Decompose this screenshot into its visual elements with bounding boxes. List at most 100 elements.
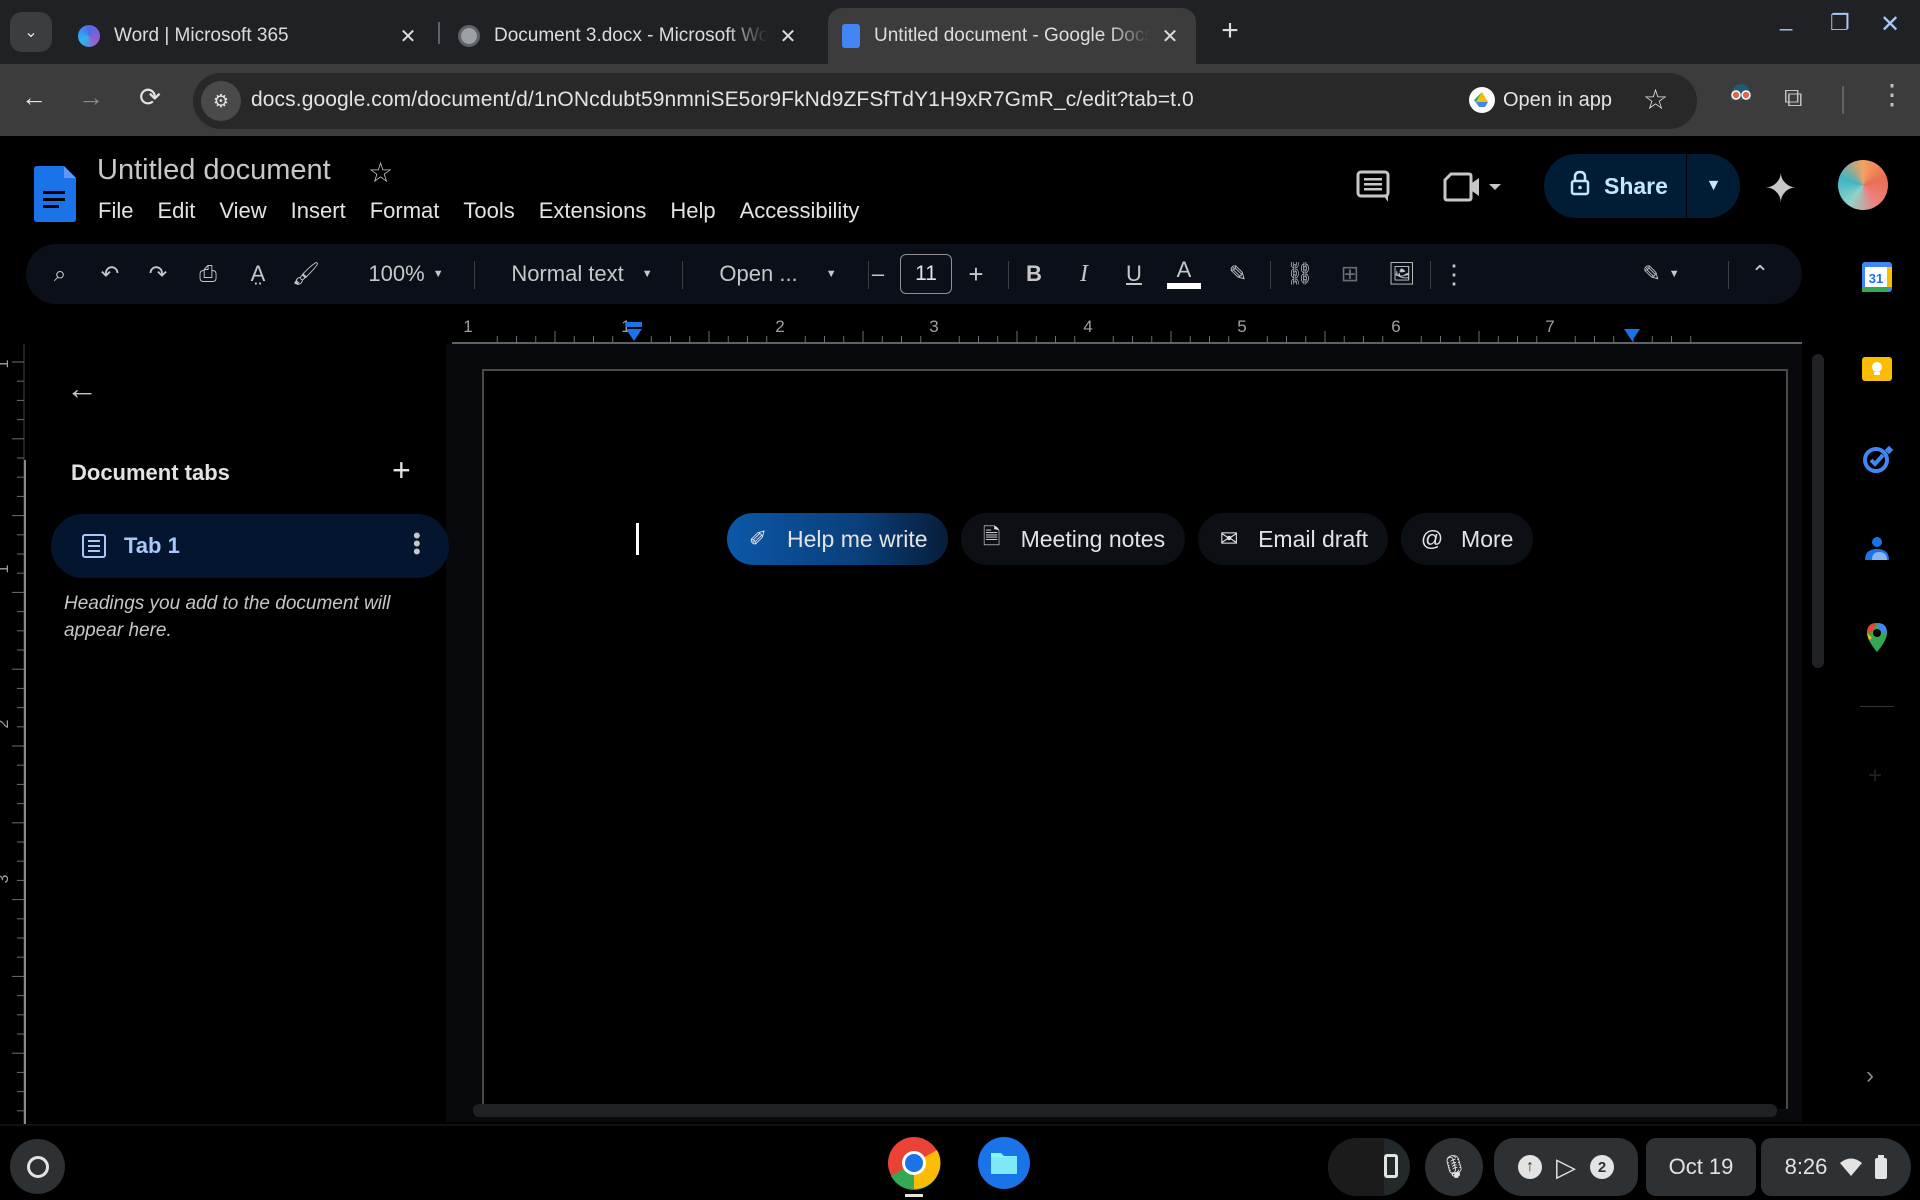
extension-glasses-icon[interactable] (1726, 78, 1756, 115)
forward-button[interactable]: → (73, 82, 109, 113)
expand-side-panel-chevron-icon[interactable]: › (1866, 1062, 1874, 1090)
bookmark-star-icon[interactable]: ☆ (1643, 83, 1668, 116)
google-tasks-icon[interactable] (1860, 442, 1894, 476)
share-button[interactable]: Share (1544, 154, 1687, 218)
menu-help[interactable]: Help (670, 198, 727, 224)
files-app-icon[interactable] (977, 1136, 1031, 1190)
document-tab-item[interactable]: Tab 1 • • • (51, 514, 449, 578)
email-forward-icon: ✉ (1219, 526, 1239, 551)
extensions-puzzle-icon[interactable]: ⧉ (1784, 82, 1803, 114)
date-tray[interactable]: Oct 19 (1646, 1138, 1756, 1196)
notification-tray[interactable]: ↑ ▷ 2 (1494, 1138, 1638, 1196)
italic-button[interactable]: I (1066, 244, 1102, 304)
search-menus-icon[interactable]: ⌕ (42, 244, 78, 304)
underline-button[interactable]: U (1116, 244, 1152, 304)
paint-format-icon[interactable]: 🖌 (288, 244, 324, 304)
launcher-button[interactable] (10, 1139, 65, 1194)
hide-menus-chevron-up-icon[interactable]: ⌃ (1742, 244, 1778, 304)
toolbar-divider (682, 261, 683, 289)
editing-mode-select[interactable]: ✎ ▼ (1626, 244, 1696, 304)
spellcheck-icon[interactable]: A̤ (240, 244, 276, 304)
google-calendar-icon[interactable]: 31 (1860, 260, 1894, 294)
more-options-kebab-icon[interactable]: ⋮ (1436, 244, 1472, 304)
site-settings-icon[interactable]: ⚙ (201, 81, 241, 121)
reload-button[interactable]: ⟳ (132, 82, 168, 113)
gemini-sparkle-icon[interactable]: ✦ (1764, 166, 1798, 212)
new-tab-button[interactable]: + (1212, 14, 1248, 48)
ruler-label: 4 (1083, 317, 1092, 336)
browser-tab-document-3[interactable]: Document 3.docx - Microsoft Word ✕ (444, 8, 814, 64)
email-draft-chip[interactable]: ✉ Email draft (1198, 513, 1389, 565)
insert-link-icon[interactable]: ⛓ (1282, 244, 1318, 304)
document-title[interactable]: Untitled document (97, 154, 331, 187)
minimize-window-button[interactable]: _ (1780, 6, 1792, 32)
address-bar[interactable]: ⚙ docs.google.com/document/d/1nONcdubt59… (193, 73, 1697, 129)
redo-icon[interactable]: ↷ (140, 244, 176, 304)
google-maps-icon[interactable] (1860, 620, 1894, 654)
magic-pen-icon: ✐ (748, 526, 768, 551)
restore-window-button[interactable]: ❐ (1830, 10, 1850, 36)
side-panel: 31 + › (1838, 244, 1920, 1122)
menu-view[interactable]: View (219, 198, 278, 224)
close-tab-icon[interactable]: ✕ (776, 24, 800, 49)
undo-icon[interactable]: ↶ (92, 244, 128, 304)
google-keep-icon[interactable] (1860, 352, 1894, 386)
zoom-select[interactable]: 100% ▼ (356, 244, 456, 304)
document-page[interactable]: ✐ Help me write 🗎 Meeting notes ✉ Email … (482, 369, 1788, 1109)
meeting-notes-chip[interactable]: 🗎 Meeting notes (960, 513, 1186, 565)
user-avatar[interactable] (1838, 160, 1888, 210)
chrome-app-icon[interactable] (887, 1136, 941, 1190)
caret-down-icon: ▼ (825, 268, 837, 280)
tab-options-kebab-icon[interactable]: • • • (413, 525, 421, 563)
back-button[interactable]: ← (16, 82, 52, 113)
pencil-icon: ✎ (1642, 261, 1661, 286)
add-comment-icon[interactable]: ⊞ (1332, 244, 1368, 304)
menu-insert[interactable]: Insert (291, 198, 358, 224)
decrease-font-size-button[interactable]: – (860, 244, 896, 304)
star-icon[interactable]: ☆ (368, 156, 393, 189)
browser-tab-word-365[interactable]: Word | Microsoft 365 ✕ (64, 8, 434, 64)
close-window-button[interactable]: ✕ (1880, 10, 1900, 39)
paragraph-style-select[interactable]: Normal text ▼ (492, 244, 672, 304)
chrome-menu-kebab-icon[interactable]: ⋮ (1878, 78, 1906, 111)
comments-icon[interactable] (1356, 170, 1392, 209)
google-docs-logo-icon[interactable] (34, 166, 76, 222)
open-in-app-button[interactable]: Open in app (1469, 87, 1612, 113)
running-app-indicator (905, 1194, 923, 1197)
browser-tab-google-docs[interactable]: Untitled document - Google Docs ✕ (828, 8, 1196, 64)
system-status-tray[interactable]: 8:26 (1761, 1138, 1911, 1196)
more-chip[interactable]: @ More (1401, 513, 1534, 565)
share-options-dropdown[interactable]: ▼ (1687, 177, 1740, 195)
tab-search-button[interactable]: ⌄ (10, 12, 52, 52)
print-icon[interactable]: ⎙ (190, 244, 226, 304)
insert-image-icon[interactable]: 🖼 (1384, 244, 1420, 304)
highlight-color-icon[interactable]: ✎ (1220, 244, 1256, 304)
increase-font-size-button[interactable]: + (958, 244, 994, 304)
bold-button[interactable]: B (1016, 244, 1052, 304)
menu-file[interactable]: File (98, 198, 145, 224)
meet-video-icon[interactable] (1443, 172, 1503, 207)
close-tab-icon[interactable]: ✕ (1158, 24, 1182, 49)
menu-extensions[interactable]: Extensions (539, 198, 659, 224)
vertical-scrollbar[interactable] (1812, 354, 1824, 668)
help-me-write-chip[interactable]: ✐ Help me write (727, 513, 948, 565)
menu-edit[interactable]: Edit (157, 198, 207, 224)
get-add-ons-plus-icon[interactable]: + (1868, 762, 1882, 790)
font-size-input[interactable]: 11 (900, 254, 952, 294)
horizontal-ruler[interactable]: 11234567 (452, 310, 1802, 344)
menu-tools[interactable]: Tools (463, 198, 526, 224)
menu-format[interactable]: Format (370, 198, 452, 224)
font-family-select[interactable]: Open ... ▼ (698, 244, 858, 304)
close-outline-back-arrow-icon[interactable]: ← (66, 370, 98, 407)
close-tab-icon[interactable]: ✕ (396, 24, 420, 49)
url-text[interactable]: docs.google.com/document/d/1nONcdubt59nm… (251, 88, 1194, 112)
menu-accessibility[interactable]: Accessibility (740, 198, 872, 224)
ruler-label: 1 (0, 564, 12, 573)
text-color-button[interactable]: A (1166, 244, 1202, 304)
horizontal-scrollbar[interactable] (473, 1104, 1777, 1117)
add-tab-button[interactable]: + (392, 452, 411, 489)
vertical-ruler[interactable]: 1 1 2 3 (0, 344, 26, 1124)
desks-overview-button[interactable] (1328, 1138, 1410, 1196)
google-contacts-icon[interactable] (1860, 532, 1894, 566)
microphone-button[interactable]: 🎙 (1425, 1138, 1483, 1196)
